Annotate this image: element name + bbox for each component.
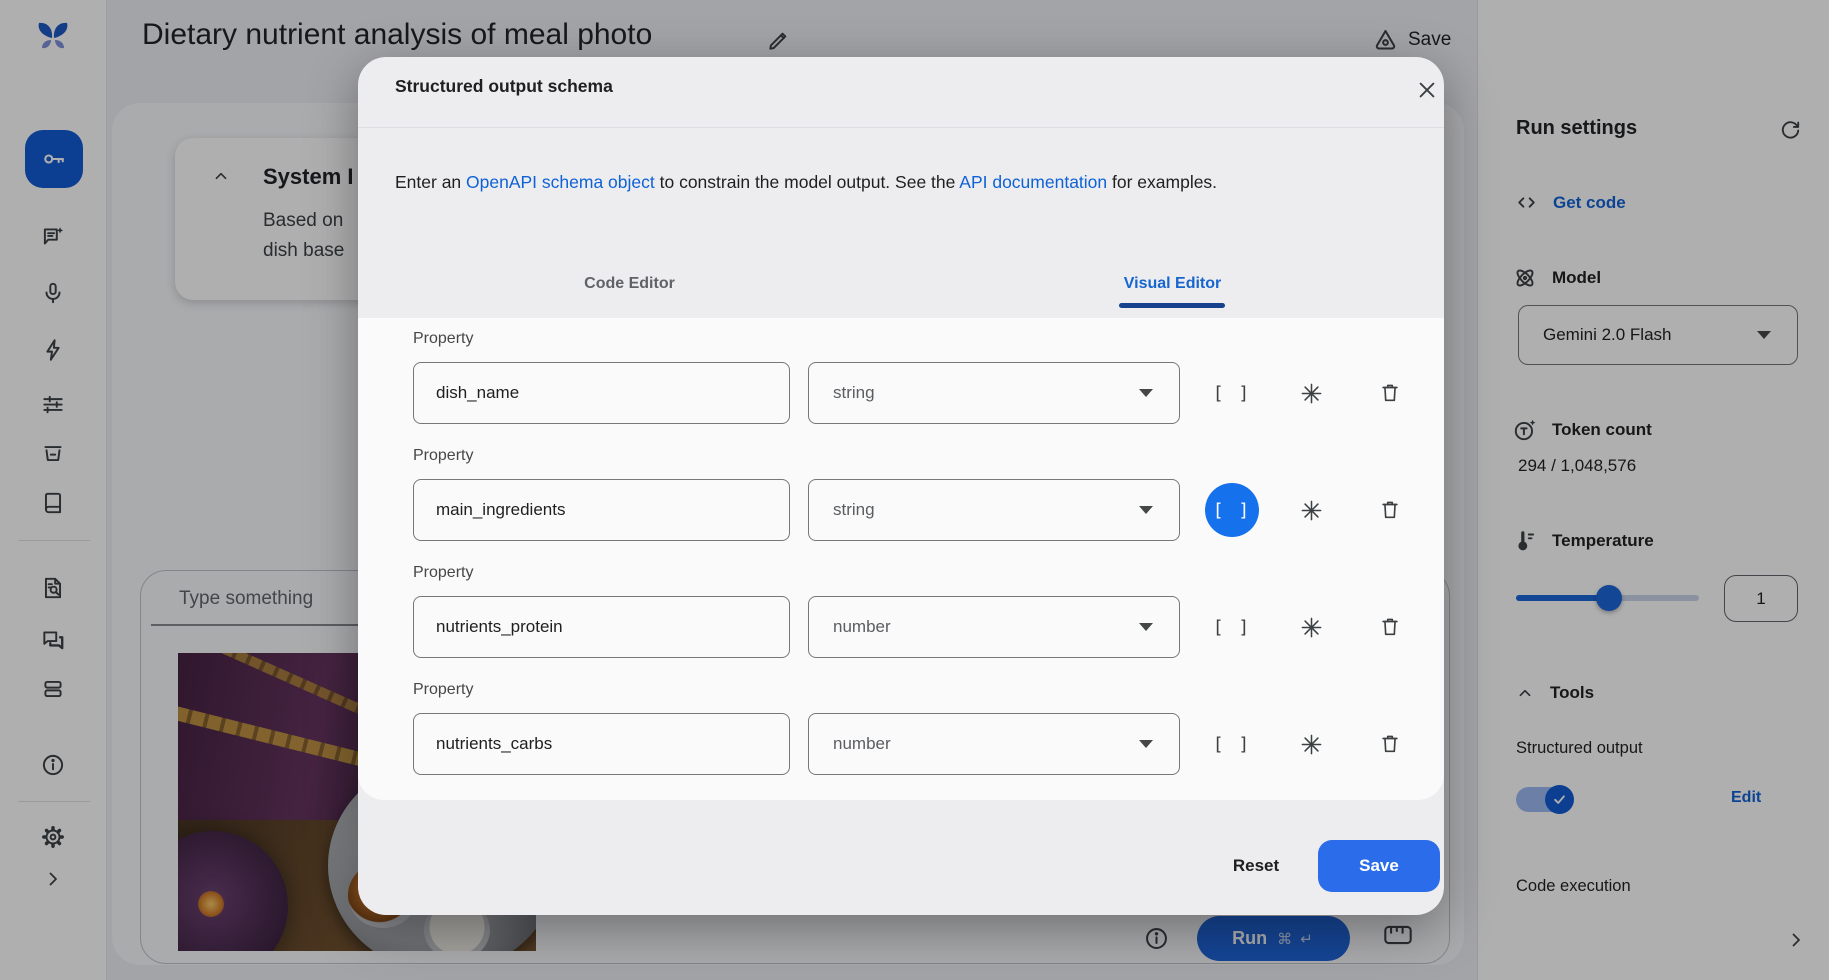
asterisk-icon xyxy=(1300,382,1323,405)
delete-property-button[interactable] xyxy=(1368,722,1412,766)
api-documentation-link[interactable]: API documentation xyxy=(959,172,1107,192)
structured-output-schema-dialog: Structured output schema Enter an OpenAP… xyxy=(358,57,1444,915)
property-name-input[interactable] xyxy=(413,596,790,658)
property-label: Property xyxy=(413,447,473,465)
property-name-input[interactable] xyxy=(413,713,790,775)
chevron-down-icon xyxy=(1139,740,1153,748)
close-icon[interactable] xyxy=(1405,68,1449,112)
array-toggle-button[interactable]: [ ] xyxy=(1205,600,1259,654)
active-tab-underline xyxy=(1119,303,1225,308)
chevron-down-icon xyxy=(1139,389,1153,397)
array-toggle-button[interactable]: [ ] xyxy=(1205,366,1259,420)
property-type-select[interactable]: number xyxy=(808,713,1180,775)
required-toggle-button[interactable] xyxy=(1289,605,1333,649)
tab-visual-editor[interactable]: Visual Editor xyxy=(901,267,1444,301)
property-name-input[interactable] xyxy=(413,479,790,541)
property-type-select[interactable]: string xyxy=(808,362,1180,424)
required-toggle-button[interactable] xyxy=(1289,488,1333,532)
trash-icon xyxy=(1379,733,1401,755)
array-toggle-button[interactable]: [ ] xyxy=(1205,483,1259,537)
trash-icon xyxy=(1379,499,1401,521)
asterisk-icon xyxy=(1300,733,1323,756)
required-toggle-button[interactable] xyxy=(1289,722,1333,766)
dialog-description: Enter an OpenAPI schema object to constr… xyxy=(395,167,1415,197)
delete-property-button[interactable] xyxy=(1368,371,1412,415)
required-toggle-button[interactable] xyxy=(1289,371,1333,415)
dialog-title: Structured output schema xyxy=(395,76,613,97)
property-label: Property xyxy=(413,681,473,699)
trash-icon xyxy=(1379,382,1401,404)
asterisk-icon xyxy=(1300,616,1323,639)
properties-panel: Property string [ ] Property string [ ] … xyxy=(358,318,1444,800)
property-type-select[interactable]: number xyxy=(808,596,1180,658)
trash-icon xyxy=(1379,616,1401,638)
array-toggle-button[interactable]: [ ] xyxy=(1205,717,1259,771)
app-root: Dietary nutrient analysis of meal photo … xyxy=(0,0,1829,980)
property-name-input[interactable] xyxy=(413,362,790,424)
chevron-down-icon xyxy=(1139,506,1153,514)
property-label: Property xyxy=(413,564,473,582)
dialog-save-button[interactable]: Save xyxy=(1318,840,1440,892)
property-type-select[interactable]: string xyxy=(808,479,1180,541)
asterisk-icon xyxy=(1300,499,1323,522)
dialog-divider xyxy=(358,127,1444,128)
chevron-down-icon xyxy=(1139,623,1153,631)
openapi-schema-link[interactable]: OpenAPI schema object xyxy=(466,172,655,192)
property-label: Property xyxy=(413,330,473,348)
tab-code-editor[interactable]: Code Editor xyxy=(358,267,901,301)
delete-property-button[interactable] xyxy=(1368,605,1412,649)
reset-button[interactable]: Reset xyxy=(1196,840,1316,892)
delete-property-button[interactable] xyxy=(1368,488,1412,532)
